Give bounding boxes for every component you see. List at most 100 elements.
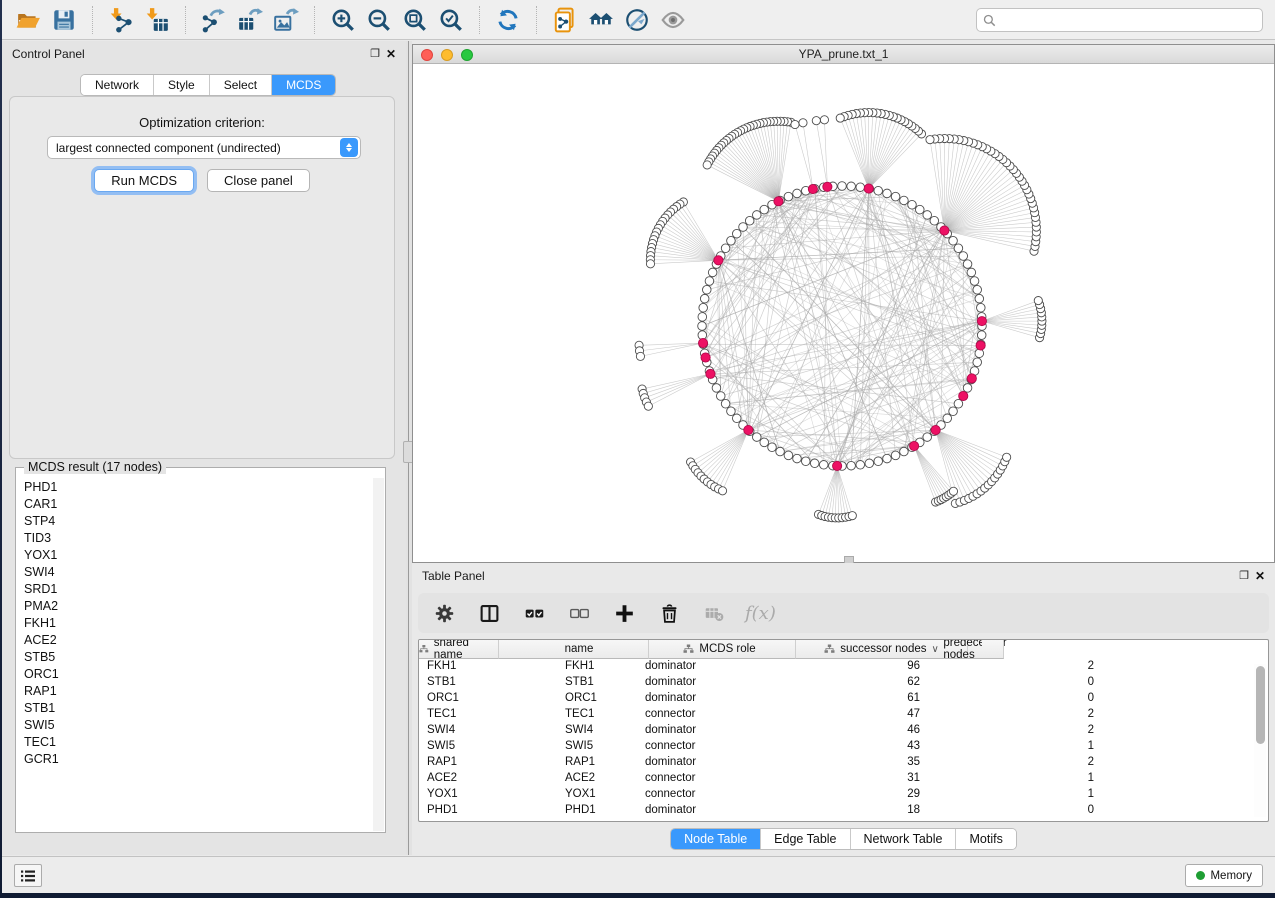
graph-edge[interactable] <box>723 430 749 491</box>
control-panel-tab[interactable]: Style <box>154 75 210 95</box>
graph-node[interactable] <box>721 399 730 408</box>
cell-mcds-role[interactable]: dominator <box>637 691 787 707</box>
mcds-result-item[interactable]: PHD1 <box>17 478 373 495</box>
graph-node[interactable] <box>891 451 900 460</box>
cell-name[interactable]: ORC1 <box>557 691 637 707</box>
graph-node[interactable] <box>768 443 777 452</box>
graph-node[interactable] <box>943 414 952 423</box>
graph-node[interactable] <box>949 407 958 416</box>
graph-edge[interactable] <box>701 430 748 476</box>
window-minimize-icon[interactable] <box>441 49 453 61</box>
float-panel-icon[interactable]: ❐ <box>370 49 380 60</box>
graph-node[interactable] <box>856 461 865 470</box>
graph-edge[interactable] <box>673 209 718 260</box>
search-input[interactable] <box>1000 13 1256 27</box>
graph-edge[interactable] <box>982 305 1040 322</box>
graph-node[interactable] <box>865 459 874 468</box>
float-panel-icon[interactable]: ❐ <box>1239 571 1249 582</box>
mcds-result-item[interactable]: ACE2 <box>17 631 373 648</box>
network-overview-icon[interactable] <box>583 4 619 36</box>
graph-edge[interactable] <box>691 430 749 462</box>
graph-node[interactable] <box>793 454 802 463</box>
graph-node[interactable] <box>923 211 932 220</box>
graph-node[interactable] <box>698 313 707 322</box>
table-row[interactable]: TEC1 TEC1 connector 47 2 <box>419 707 1268 723</box>
graph-edge[interactable] <box>670 212 718 260</box>
column-header[interactable]: predecessor nodes <box>968 640 982 659</box>
cell-name[interactable]: ACE2 <box>557 771 637 787</box>
graph-edge[interactable] <box>944 147 982 231</box>
cell-mcds-role[interactable]: connector <box>637 771 787 787</box>
graph-node[interactable] <box>727 407 736 416</box>
graph-edge[interactable] <box>825 466 837 517</box>
cell-name[interactable]: FKH1 <box>557 659 637 675</box>
graph-dominator-node[interactable] <box>967 374 976 383</box>
graph-edge[interactable] <box>869 131 919 188</box>
cell-predecessor-nodes[interactable]: 2 <box>934 707 1106 723</box>
memory-button[interactable]: Memory <box>1185 864 1263 887</box>
graph-node[interactable] <box>700 294 709 303</box>
table-row[interactable]: STB1 STB1 dominator 62 0 <box>419 675 1268 691</box>
graph-leaf-node[interactable] <box>949 487 957 495</box>
table-row[interactable]: FKH1 FKH1 dominator 96 2 <box>419 659 1268 675</box>
import-network-icon[interactable] <box>103 4 139 36</box>
graph-node[interactable] <box>721 244 730 253</box>
control-panel-tab[interactable]: Network <box>81 75 154 95</box>
graph-dominator-node[interactable] <box>833 461 842 470</box>
mcds-result-item[interactable]: CAR1 <box>17 495 373 512</box>
graph-edge[interactable] <box>646 374 710 402</box>
table-row[interactable]: PHD1 PHD1 dominator 18 0 <box>419 803 1268 819</box>
graph-edge[interactable] <box>944 166 1010 230</box>
graph-edge[interactable] <box>642 374 710 389</box>
graph-node[interactable] <box>702 285 711 294</box>
graph-dominator-node[interactable] <box>744 425 753 434</box>
graph-edge[interactable] <box>852 114 869 188</box>
graph-edge[interactable] <box>650 260 718 264</box>
export-network-icon[interactable] <box>196 4 232 36</box>
cell-mcds-role[interactable]: dominator <box>637 755 787 771</box>
table-row[interactable]: SWI4 SWI4 dominator 46 2 <box>419 723 1268 739</box>
cell-shared-name[interactable]: PHD1 <box>419 803 557 819</box>
graph-edge[interactable] <box>914 446 946 497</box>
cell-mcds-role[interactable]: dominator <box>637 659 787 675</box>
mcds-result-item[interactable]: ORC1 <box>17 665 373 682</box>
open-file-icon[interactable] <box>10 4 46 36</box>
cell-shared-name[interactable]: TEC1 <box>419 707 557 723</box>
graph-node[interactable] <box>705 277 714 286</box>
graph-edge[interactable] <box>818 466 837 515</box>
graph-leaf-node[interactable] <box>644 402 652 410</box>
table-scrollbar[interactable] <box>1254 664 1266 817</box>
table-row[interactable]: SWI5 SWI5 connector 43 1 <box>419 739 1268 755</box>
graph-dominator-node[interactable] <box>977 317 986 326</box>
zoom-fit-icon[interactable] <box>397 4 433 36</box>
cell-mcds-role[interactable]: connector <box>637 707 787 723</box>
column-header[interactable]: name <box>499 640 649 659</box>
mcds-result-item[interactable]: SWI4 <box>17 563 373 580</box>
graph-node[interactable] <box>739 223 748 232</box>
close-panel-button[interactable]: Close panel <box>207 169 310 192</box>
graph-node[interactable] <box>915 205 924 214</box>
graphics-details-icon[interactable] <box>619 4 655 36</box>
add-column-icon[interactable] <box>610 597 638 629</box>
settings-gear-icon[interactable] <box>430 597 458 629</box>
criterion-select[interactable]: largest connected component (undirected) <box>47 136 361 159</box>
table-type-tab[interactable]: Motifs <box>956 829 1015 849</box>
control-panel-tab[interactable]: MCDS <box>272 75 335 95</box>
cell-predecessor-nodes[interactable]: 2 <box>934 659 1106 675</box>
graph-node[interactable] <box>954 244 963 253</box>
cell-successor-nodes[interactable]: 35 <box>787 755 934 771</box>
graph-node[interactable] <box>949 236 958 245</box>
export-table-icon[interactable] <box>232 4 268 36</box>
graph-leaf-node[interactable] <box>799 119 807 127</box>
cell-name[interactable]: SWI4 <box>557 723 637 739</box>
birds-eye-view-icon[interactable] <box>655 4 691 36</box>
cell-predecessor-nodes[interactable]: 0 <box>934 675 1106 691</box>
graph-node[interactable] <box>708 268 717 277</box>
network-graph[interactable] <box>413 64 1274 562</box>
graph-node[interactable] <box>732 229 741 238</box>
zoom-in-icon[interactable] <box>325 4 361 36</box>
mcds-result-item[interactable]: GCR1 <box>17 750 373 767</box>
graph-node[interactable] <box>963 260 972 269</box>
graph-leaf-node[interactable] <box>636 352 644 360</box>
graph-leaf-node[interactable] <box>848 512 856 520</box>
